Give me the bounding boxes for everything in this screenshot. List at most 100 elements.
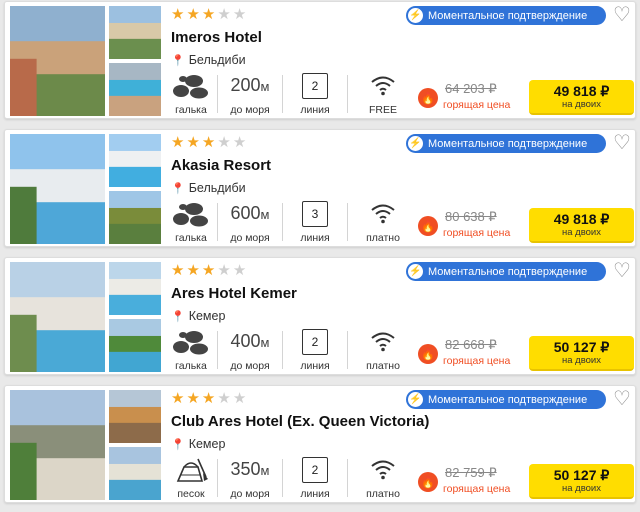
distance-label: до моря [230,104,270,116]
wifi-label: платно [366,232,400,244]
photo-gallery[interactable] [10,6,161,116]
divider [282,331,283,369]
lightning-icon: ⚡ [408,264,423,279]
photo-gallery[interactable] [10,262,161,372]
location-label: Кемер [188,309,226,323]
hotel-location: 📍 Бельдиби [171,53,246,67]
divider [217,459,218,497]
line-label: линия [300,104,330,116]
wifi-info: FREE [354,71,412,117]
location-pin-icon: 📍 [171,54,185,67]
lightning-icon: ⚡ [408,392,423,407]
price-value: 49 818 ₽ [553,210,610,227]
hotel-name-link[interactable]: Imeros Hotel [171,29,262,46]
price-button[interactable]: 49 818 ₽ на двоих [529,80,634,115]
pebbles-icon [173,75,208,99]
fire-icon: 🔥 [418,216,438,236]
beach-type-label: галька [175,360,207,372]
wifi-icon [371,204,395,224]
hotel-photo-thumb[interactable] [109,63,161,116]
beach-line: 2 линия [289,327,341,373]
wifi-info: платно [354,455,412,501]
photo-gallery[interactable] [10,390,161,500]
star-filled-icon: ★ [171,6,185,23]
wifi-label: платно [366,360,400,372]
favorite-heart-icon[interactable]: ♡ [613,4,631,26]
hotel-location: 📍 Кемер [171,309,225,323]
distance-to-sea: 200м до моря [224,71,276,117]
divider [347,75,348,113]
hotel-photo-main[interactable] [10,6,105,116]
hotel-photo-thumb[interactable] [109,447,161,500]
lightning-icon: ⚡ [408,136,423,151]
price-value: 50 127 ₽ [553,338,610,355]
favorite-heart-icon[interactable]: ♡ [613,260,631,282]
distance-label: до моря [230,232,270,244]
distance-to-sea: 350м до моря [224,455,276,501]
hotel-features: песок 350м до моря 2 линия платно [171,455,412,501]
divider [217,75,218,113]
wifi-info: платно [354,199,412,245]
star-rating: ★ ★ ★ ★ ★ [171,135,246,151]
hotel-photo-thumb[interactable] [109,191,161,244]
beach-type-label: галька [175,104,207,116]
line-number-box: 2 [302,457,328,483]
favorite-heart-icon[interactable]: ♡ [613,132,631,154]
star-rating: ★ ★ ★ ★ ★ [171,391,246,407]
favorite-heart-icon[interactable]: ♡ [613,388,631,410]
star-filled-icon: ★ [201,134,216,151]
price-button[interactable]: 50 127 ₽ на двоих [529,464,634,499]
instant-confirmation-label: Моментальное подтверждение [428,137,588,150]
hotel-photo-thumb[interactable] [109,262,161,315]
hotel-card[interactable]: ★ ★ ★ ★ ★ Imeros Hotel 📍 Бельдиби ⚡ Моментал… [4,1,636,119]
location-pin-icon: 📍 [171,310,185,323]
hotel-photo-thumb[interactable] [109,319,161,372]
line-label: линия [300,360,330,372]
star-empty-icon: ★ [217,390,231,407]
star-filled-icon: ★ [201,262,216,279]
beach-type-label: галька [175,232,207,244]
photo-gallery[interactable] [10,134,161,244]
pebbles-icon [173,203,208,227]
hotel-name-link[interactable]: Akasia Resort [171,157,271,174]
distance-value: 400м [230,331,270,351]
hot-price-label: горящая цена [443,227,511,239]
hotel-photo-thumb[interactable] [109,390,161,443]
price-value: 49 818 ₽ [553,82,610,99]
star-empty-icon: ★ [232,134,247,151]
hotel-photo-main[interactable] [10,134,105,244]
hotel-photo-main[interactable] [10,390,105,500]
divider [347,331,348,369]
divider [282,203,283,241]
old-price: 82 668 ₽ [445,337,497,352]
price-for-two-label: на двоих [562,226,601,238]
star-filled-icon: ★ [186,390,200,407]
hotel-card[interactable]: ★ ★ ★ ★ ★ Club Ares Hotel (Ex. Queen Victori… [4,385,636,503]
location-label: Бельдиби [188,53,246,67]
distance-value: 600м [230,203,270,223]
location-label: Кемер [188,437,226,451]
price-for-two-label: на двоих [562,482,601,494]
hotel-photo-thumb[interactable] [109,6,161,59]
price-button[interactable]: 50 127 ₽ на двоих [529,336,634,371]
hotel-name-link[interactable]: Club Ares Hotel (Ex. Queen Victoria) [171,413,429,430]
wifi-icon [371,76,395,96]
hotel-photo-main[interactable] [10,262,105,372]
hotel-card[interactable]: ★ ★ ★ ★ ★ Akasia Resort 📍 Бельдиби ⚡ Момента… [4,129,636,247]
distance-value: 350м [230,459,270,479]
star-filled-icon: ★ [171,134,185,151]
star-rating: ★ ★ ★ ★ ★ [171,263,246,279]
hotel-photo-thumb[interactable] [109,134,161,187]
hotel-name-link[interactable]: Ares Hotel Kemer [171,285,297,302]
wifi-icon [371,332,395,352]
fire-icon: 🔥 [418,344,438,364]
hotel-card[interactable]: ★ ★ ★ ★ ★ Ares Hotel Kemer 📍 Кемер ⚡ Момента… [4,257,636,375]
price-button[interactable]: 49 818 ₽ на двоих [529,208,634,243]
divider [282,75,283,113]
star-empty-icon: ★ [232,262,247,279]
star-empty-icon: ★ [232,6,247,23]
line-label: линия [300,232,330,244]
star-filled-icon: ★ [186,134,200,151]
location-label: Бельдиби [188,181,246,195]
instant-confirmation-label: Моментальное подтверждение [428,9,588,22]
